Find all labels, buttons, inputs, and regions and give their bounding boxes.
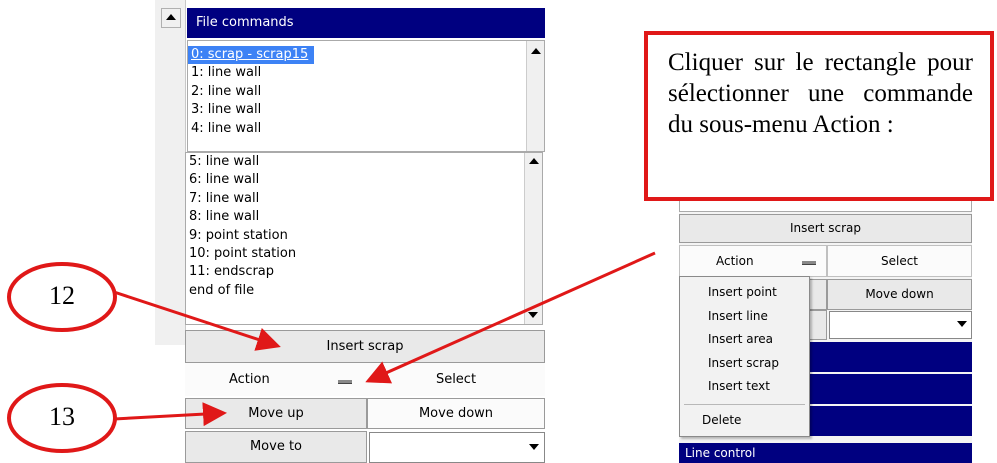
action-dropdown-indicator[interactable] — [338, 380, 352, 384]
action-label: Action — [229, 372, 270, 387]
file-commands-title: File commands — [187, 8, 545, 38]
outer-scrollbar[interactable] — [155, 0, 186, 345]
right-select-button[interactable]: Select — [827, 245, 972, 277]
arrow-down-icon — [528, 312, 538, 318]
menu-item-insert-point[interactable]: Insert point — [680, 281, 809, 305]
insert-scrap-button[interactable]: Insert scrap — [185, 330, 545, 363]
list-item[interactable]: 9: point station — [186, 227, 521, 245]
left-panel: File commands 0: scrap - scrap15 1: line… — [155, 0, 545, 463]
action-popup-menu: Insert point Insert line Insert area Ins… — [679, 276, 810, 437]
scroll-up-button[interactable] — [161, 8, 181, 28]
list-top-scrollbar[interactable] — [526, 41, 544, 151]
line-control-bar: Line control — [679, 443, 972, 463]
list-item[interactable]: 3: line wall — [188, 101, 523, 119]
move-down-button[interactable]: Move down — [367, 398, 545, 429]
list-remnant — [679, 200, 972, 212]
action-menu-button[interactable]: Action — [185, 363, 367, 396]
right-insert-scrap-button[interactable]: Insert scrap — [679, 214, 972, 243]
callout-box: Cliquer sur le rectangle pour sélectionn… — [644, 31, 994, 201]
chevron-down-icon — [529, 444, 539, 450]
arrow-up-icon — [528, 158, 539, 164]
list-item[interactable]: 2: line wall — [188, 83, 523, 101]
arrow-up-icon — [530, 48, 541, 54]
right-move-to-select[interactable] — [829, 311, 972, 339]
select-button[interactable]: Select — [367, 363, 545, 396]
right-move-down-button[interactable]: Move down — [827, 279, 972, 310]
menu-item-delete[interactable]: Delete — [680, 409, 809, 433]
right-action-label: Action — [716, 254, 754, 268]
menu-item-insert-scrap[interactable]: Insert scrap — [680, 352, 809, 376]
move-up-button[interactable]: Move up — [185, 398, 367, 429]
right-panel: Insert scrap Action Select Move down Lin… — [679, 200, 972, 463]
move-to-select[interactable] — [369, 432, 545, 463]
list-item[interactable]: 1: line wall — [188, 64, 523, 82]
list-item[interactable]: 0: scrap - scrap15 — [188, 46, 315, 65]
list-item[interactable]: 11: endscrap — [186, 263, 521, 281]
list-bottom-scrollbar[interactable] — [524, 153, 542, 324]
menu-item-insert-text[interactable]: Insert text — [680, 375, 809, 399]
list-item[interactable]: 8: line wall — [186, 208, 521, 226]
arrow-up-icon — [166, 14, 176, 20]
marker-12-label: 12 — [49, 281, 75, 310]
menu-separator — [684, 403, 805, 405]
menu-item-insert-area[interactable]: Insert area — [680, 328, 809, 352]
chevron-down-icon — [957, 321, 967, 327]
right-action-menu-button[interactable]: Action — [679, 245, 827, 277]
command-list-top[interactable]: 0: scrap - scrap15 1: line wall 2: line … — [187, 40, 545, 152]
move-to-button[interactable]: Move to — [185, 431, 367, 463]
list-item[interactable]: 10: point station — [186, 245, 521, 263]
list-item[interactable]: 6: line wall — [186, 171, 521, 189]
command-list-bottom[interactable]: 5: line wall 6: line wall 7: line wall 8… — [185, 152, 543, 325]
marker-13-label: 13 — [49, 402, 75, 431]
menu-item-insert-line[interactable]: Insert line — [680, 305, 809, 329]
list-item[interactable]: end of file — [186, 282, 521, 300]
list-item[interactable]: 5: line wall — [186, 153, 521, 171]
list-item[interactable]: 7: line wall — [186, 190, 521, 208]
callout-text: Cliquer sur le rectangle pour sélectionn… — [668, 49, 973, 138]
right-action-dropdown-indicator[interactable] — [802, 261, 816, 265]
list-item[interactable]: 4: line wall — [188, 120, 523, 138]
